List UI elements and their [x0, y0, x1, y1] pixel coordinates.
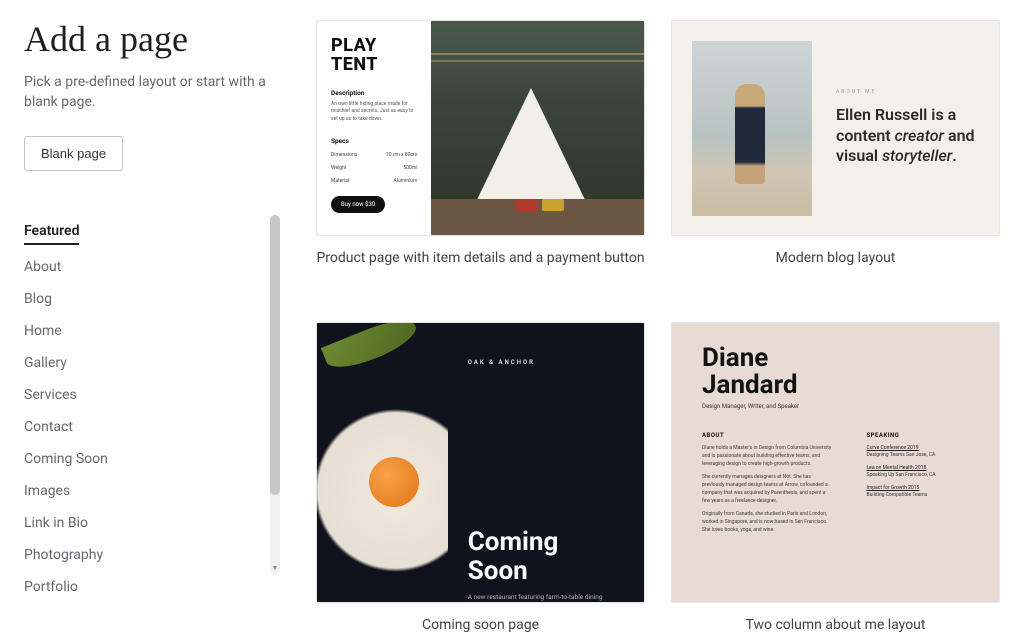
category-scrollbar[interactable]: ▲ ▼ [270, 215, 280, 575]
speaking-item: Impact for Growth 2015Building Compatibl… [866, 485, 969, 499]
template-thumb: ABOUT ME Ellen Russell is a content crea… [671, 20, 1000, 236]
preview-role: Design Manager, Writer, and Speaker [702, 403, 969, 410]
about-para: Originally from Canada, she studied in P… [702, 511, 832, 534]
category-photography[interactable]: Photography [24, 539, 262, 571]
preview-name: DianeJandard [702, 345, 969, 400]
category-list-wrap: Featured About Blog Home Gallery Service… [24, 215, 280, 603]
scroll-down-icon[interactable]: ▼ [270, 563, 280, 573]
spec-value: 10.cm x 80cm [386, 152, 418, 158]
category-featured[interactable]: Featured [24, 215, 79, 245]
preview-title1: PLAY [331, 35, 377, 56]
preview-specs-heading: Specs [331, 137, 417, 145]
speaking-heading: SPEAKING [866, 432, 969, 439]
preview-desc: A new restaurant featuring farm-to-table… [468, 593, 616, 602]
template-thumb: OAK & ANCHOR ComingSoon A new restaurant… [316, 322, 645, 604]
preview-desc-heading: Description [331, 89, 417, 97]
sidebar: Add a page Pick a pre-defined layout or … [24, 20, 280, 603]
template-card-coming-soon[interactable]: OAK & ANCHOR ComingSoon A new restaurant… [316, 322, 645, 604]
spec-label: Dimensions [331, 152, 357, 158]
spec-label: Weight [331, 165, 346, 171]
template-card-product[interactable]: PLAYTENT Description An own little hidin… [316, 20, 645, 282]
template-caption: Modern blog layout [671, 250, 1000, 266]
category-contact[interactable]: Contact [24, 411, 262, 443]
template-caption: Product page with item details and a pay… [316, 250, 645, 266]
category-images[interactable]: Images [24, 475, 262, 507]
category-gallery[interactable]: Gallery [24, 347, 262, 379]
preview-buy-button: Buy now $30 [331, 196, 385, 213]
template-thumb: PLAYTENT Description An own little hidin… [316, 20, 645, 236]
spec-value: 500ml [403, 165, 417, 171]
template-caption: Coming soon page [316, 617, 645, 633]
category-about[interactable]: About [24, 251, 262, 283]
about-para: She currently manages designers at Not. … [702, 474, 832, 505]
preview-brand: OAK & ANCHOR [468, 359, 616, 366]
preview-headline: Ellen Russell is a content creator and v… [836, 105, 979, 167]
template-thumb: DianeJandard Design Manager, Writer, and… [671, 322, 1000, 604]
about-heading: ABOUT [702, 432, 832, 439]
speaking-item: Lea on Mental Health 2018Speaking Up San… [866, 465, 969, 479]
preview-title2: TENT [331, 54, 378, 75]
spec-value: Aluminium [393, 178, 417, 184]
spec-label: Material [331, 178, 349, 184]
about-para: Diane holds a Master's in Design from Co… [702, 445, 832, 468]
template-grid: PLAYTENT Description An own little hidin… [316, 20, 1000, 603]
category-coming-soon[interactable]: Coming Soon [24, 443, 262, 475]
category-list: Featured About Blog Home Gallery Service… [24, 215, 280, 603]
preview-desc-body: An own little hiding place made for misc… [331, 101, 417, 124]
preview-heading: ComingSoon [468, 528, 616, 585]
scrollbar-thumb[interactable] [270, 215, 280, 495]
speaking-item: Curve Conference 2019Designing Teams San… [866, 445, 969, 459]
category-home[interactable]: Home [24, 315, 262, 347]
category-link-in-bio[interactable]: Link in Bio [24, 507, 262, 539]
preview-image [692, 41, 812, 216]
page-title: Add a page [24, 20, 280, 60]
template-card-modern-blog[interactable]: ABOUT ME Ellen Russell is a content crea… [671, 20, 1000, 282]
category-portfolio[interactable]: Portfolio [24, 571, 262, 603]
category-services[interactable]: Services [24, 379, 262, 411]
blank-page-button[interactable]: Blank page [24, 136, 123, 171]
template-card-two-column-about[interactable]: DianeJandard Design Manager, Writer, and… [671, 322, 1000, 604]
category-blog[interactable]: Blog [24, 283, 262, 315]
template-caption: Two column about me layout [671, 617, 1000, 633]
page-subtitle: Pick a pre-defined layout or start with … [24, 72, 280, 113]
preview-kicker: ABOUT ME [836, 89, 979, 95]
